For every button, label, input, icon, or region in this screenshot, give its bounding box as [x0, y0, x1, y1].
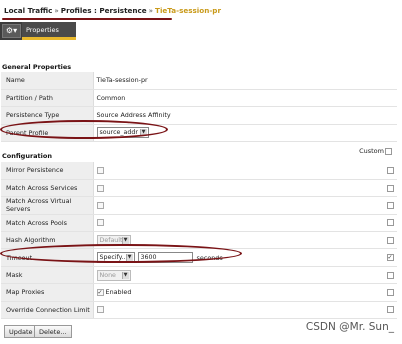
table-row: Partition / Path Common: [1, 89, 397, 108]
breadcrumb-separator: »: [54, 6, 59, 15]
table-row: Hash Algorithm Default ▼: [1, 231, 397, 250]
breadcrumb: Local Traffic» Profiles : Persistence» Tie…: [4, 6, 221, 15]
row-label: Mask: [1, 266, 94, 285]
table-row: Match Across Services: [1, 179, 397, 198]
table-row: Override Connection Limit: [1, 301, 397, 320]
breadcrumb-separator: »: [148, 6, 154, 15]
tab-properties-label: Properties: [26, 26, 59, 34]
general-properties-heading: General Properties: [2, 63, 72, 71]
custom-checkbox[interactable]: [386, 254, 394, 262]
breadcrumb-profiles-persistence[interactable]: Profiles : Persistence: [61, 6, 147, 15]
hash-algorithm-select[interactable]: Default ▼: [96, 234, 131, 246]
table-row: Mask None ▼: [1, 266, 397, 285]
custom-checkbox[interactable]: [386, 201, 394, 209]
watermark: CSDN @Mr. Sun_: [305, 321, 394, 333]
chevron-down-icon: ▼: [139, 129, 147, 137]
row-label: Parent Profile: [1, 124, 94, 143]
table-row: Name TieTa-session-pr: [1, 72, 397, 90]
table-row: Timeout Specify... ▼ 3600 seconds: [1, 248, 397, 267]
timeout-unit: seconds: [196, 253, 223, 262]
custom-checkbox[interactable]: [386, 166, 394, 174]
row-label: Partition / Path: [1, 89, 94, 108]
map-proxies-checkbox[interactable]: [96, 288, 104, 296]
custom-checkbox[interactable]: [386, 271, 394, 279]
hash-algorithm-select-value: Default: [99, 236, 123, 244]
row-label: Mirror Persistence: [1, 162, 94, 180]
tab-bar: ⚙▾ Properties: [0, 22, 402, 40]
table-row: Persistence Type Source Address Affinity: [1, 106, 397, 125]
row-label: Match Across Virtual Servers: [1, 196, 94, 215]
timeout-select-value: Specify...: [99, 254, 128, 262]
delete-button[interactable]: Delete...: [34, 325, 72, 338]
chevron-down-icon: ▼: [121, 236, 129, 244]
configuration-heading: Configuration: [2, 152, 52, 160]
chevron-down-icon: ▼: [125, 254, 133, 262]
custom-header: Custom: [359, 147, 392, 155]
map-proxies-enabled-label: Enabled: [105, 288, 132, 297]
timeout-input[interactable]: 3600: [137, 252, 193, 264]
table-row: Mirror Persistence: [1, 162, 397, 180]
row-label: Map Proxies: [1, 283, 94, 302]
row-label: Hash Algorithm: [1, 231, 94, 250]
override-connection-limit-checkbox[interactable]: [96, 306, 104, 314]
match-across-services-checkbox[interactable]: [96, 184, 104, 192]
custom-checkbox[interactable]: [386, 236, 394, 244]
custom-label: Custom: [359, 147, 384, 155]
custom-checkbox[interactable]: [386, 219, 394, 227]
annotation-underline: [2, 18, 172, 20]
custom-all-checkbox[interactable]: [385, 147, 392, 155]
table-row: Map Proxies Enabled: [1, 283, 397, 302]
parent-profile-select[interactable]: source_addr ▼: [96, 127, 149, 139]
tab-properties[interactable]: Properties: [22, 22, 76, 40]
table-row: Parent Profile source_addr ▼: [1, 124, 397, 143]
tab-active-indicator: [22, 37, 76, 40]
match-across-virtual-servers-checkbox[interactable]: [96, 201, 104, 209]
parent-profile-select-value: source_addr: [99, 129, 139, 137]
mirror-persistence-checkbox[interactable]: [96, 166, 104, 174]
row-label: Timeout: [1, 248, 94, 267]
row-label: Name: [1, 72, 94, 90]
breadcrumb-local-traffic[interactable]: Local Traffic: [4, 6, 52, 15]
mask-select-value: None: [99, 271, 116, 279]
chevron-down-icon: ▼: [121, 271, 129, 279]
custom-checkbox[interactable]: [386, 306, 394, 314]
configuration-table: Mirror Persistence Match Across Services…: [1, 162, 397, 320]
match-across-pools-checkbox[interactable]: [96, 219, 104, 227]
table-row: Match Across Pools: [1, 214, 397, 233]
breadcrumb-current: TieTa-session-pr: [155, 6, 221, 15]
partition-value: Common: [93, 89, 397, 108]
row-label: Match Across Services: [1, 179, 94, 198]
row-label: Persistence Type: [1, 106, 94, 125]
table-row: Match Across Virtual Servers: [1, 196, 397, 215]
timeout-select[interactable]: Specify... ▼: [96, 252, 135, 264]
update-button[interactable]: Update: [4, 325, 38, 338]
mask-select[interactable]: None ▼: [96, 269, 131, 281]
row-label: Override Connection Limit: [1, 301, 94, 320]
general-properties-table: Name TieTa-session-pr Partition / Path C…: [1, 72, 397, 143]
custom-checkbox[interactable]: [386, 288, 394, 296]
custom-checkbox[interactable]: [386, 184, 394, 192]
row-label: Match Across Pools: [1, 214, 94, 233]
name-value: TieTa-session-pr: [93, 72, 397, 90]
gear-icon[interactable]: ⚙▾: [2, 24, 21, 38]
persistence-type-value: Source Address Affinity: [93, 106, 397, 125]
title-bar: Local Traffic» Profiles : Persistence» Tie…: [0, 0, 402, 22]
